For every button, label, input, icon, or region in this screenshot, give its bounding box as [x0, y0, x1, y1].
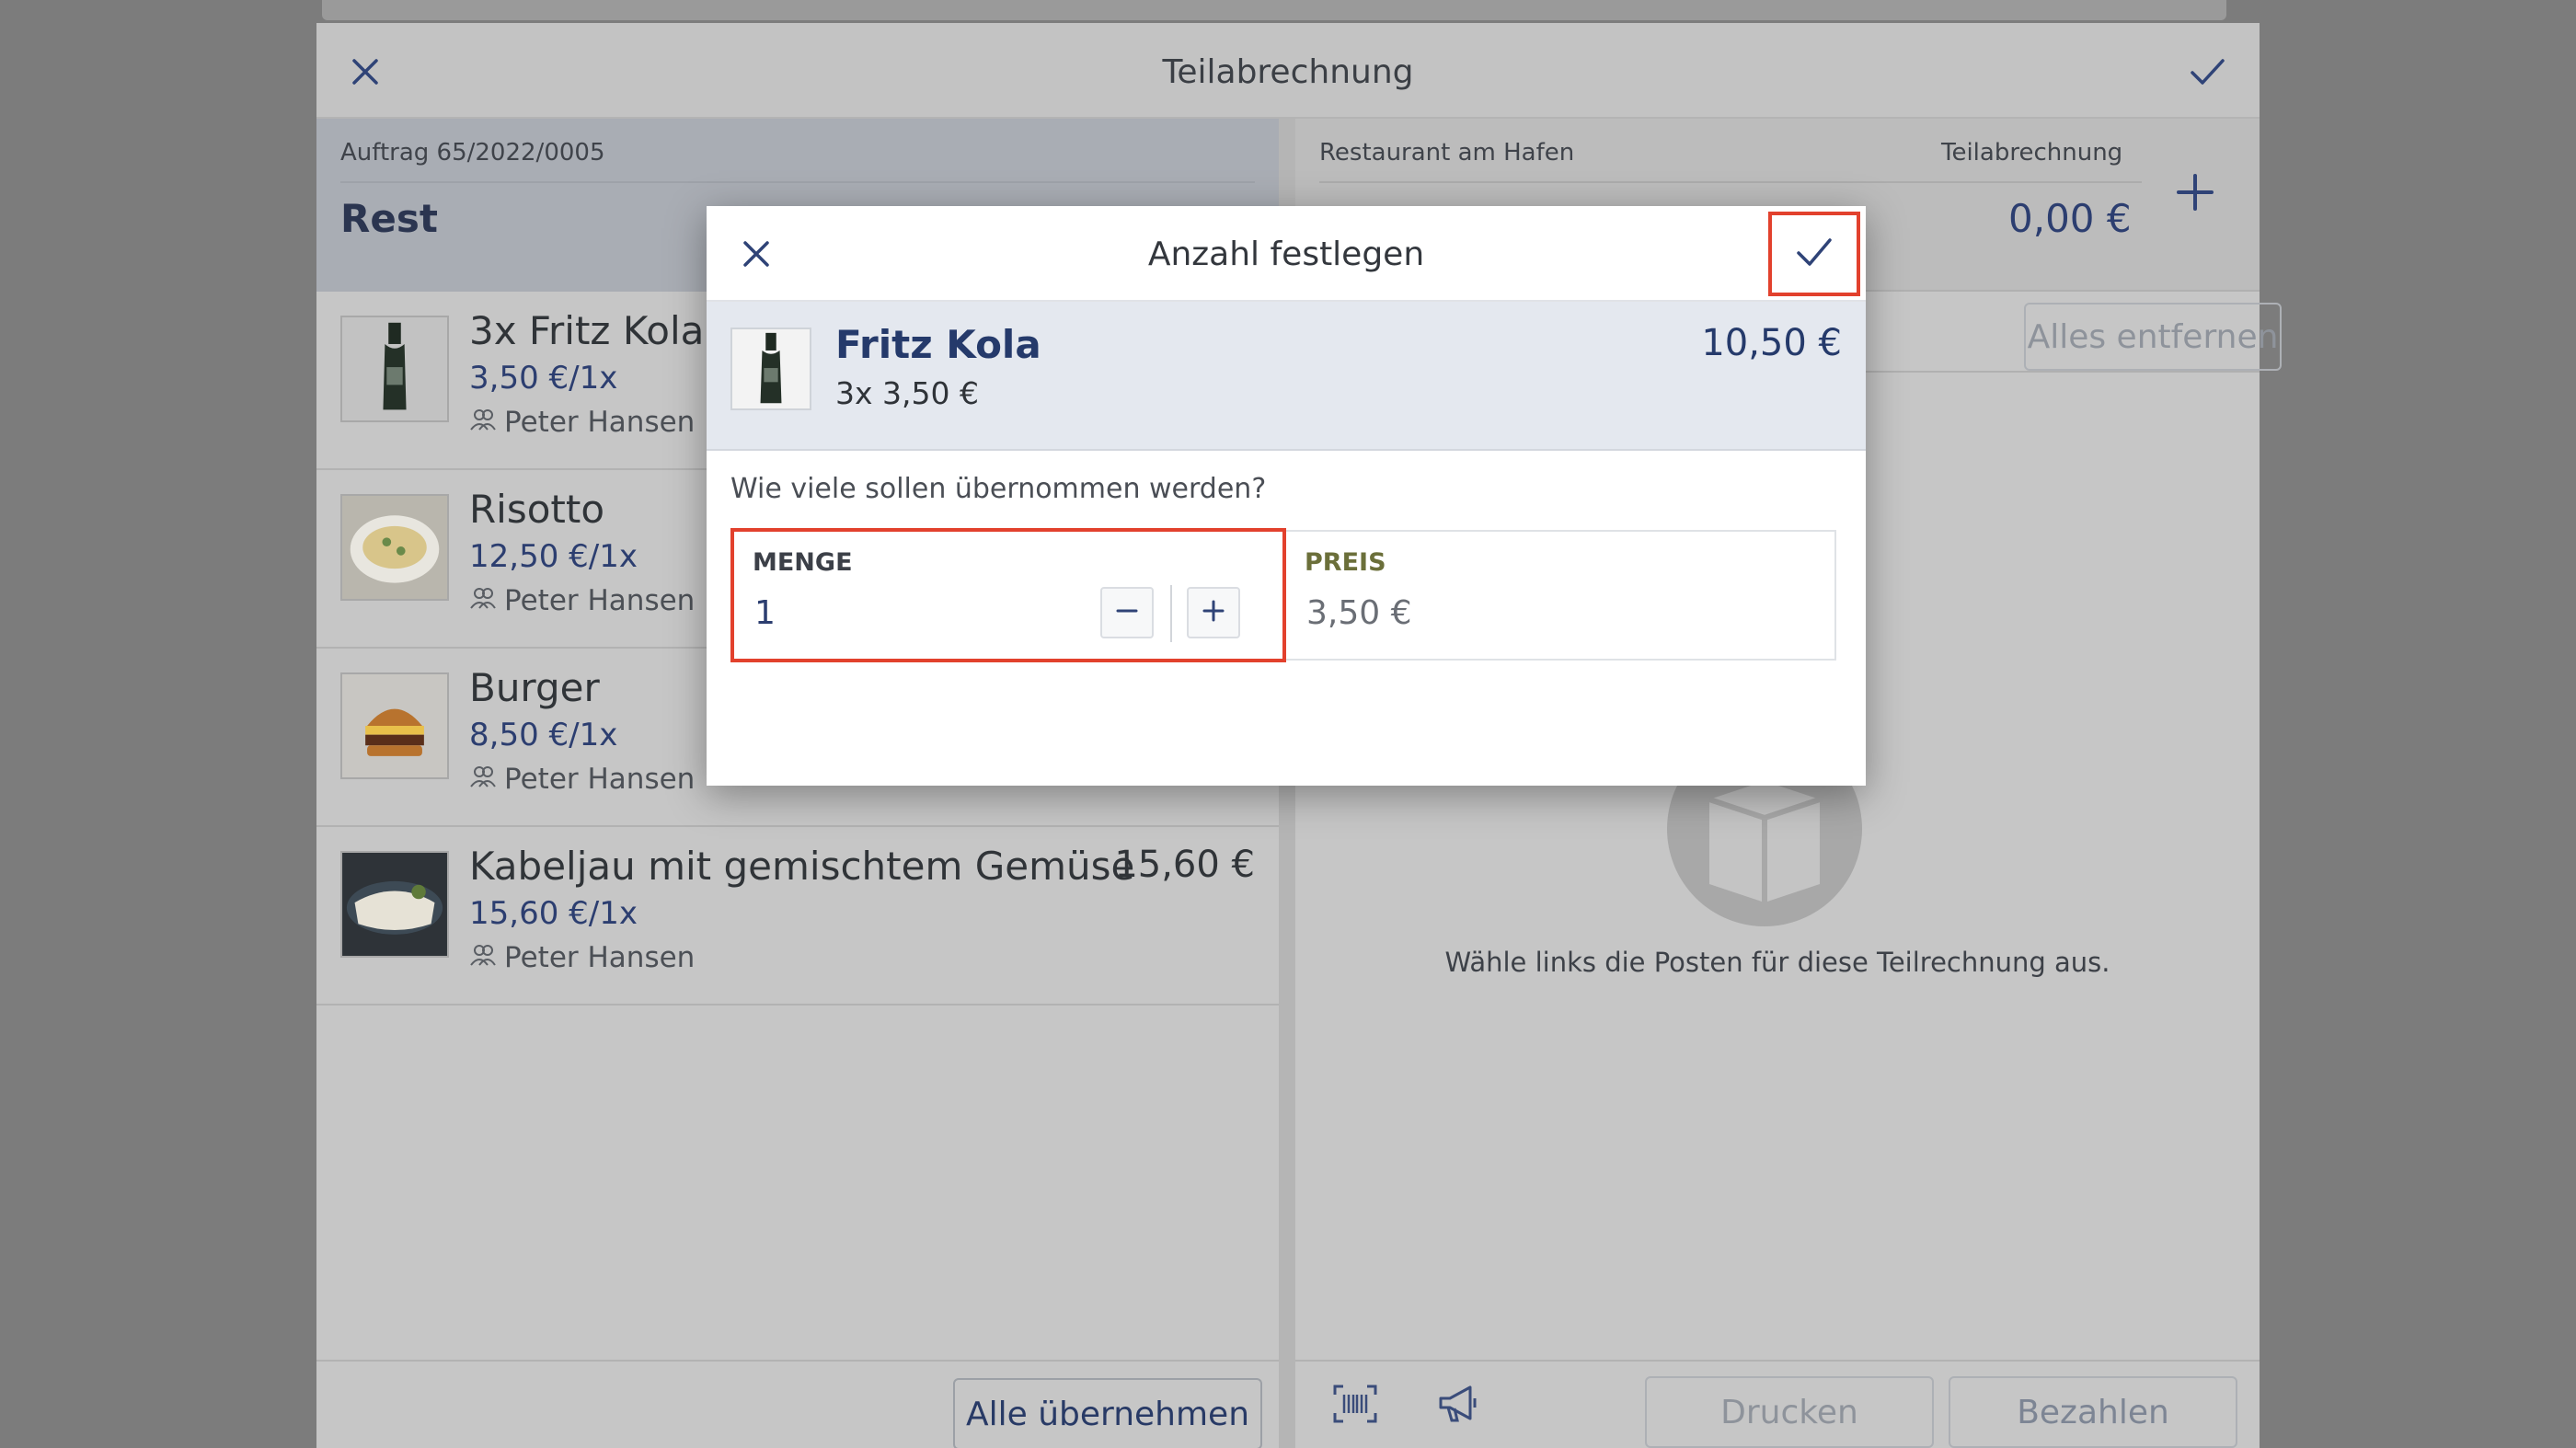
item-person: Peter Hansen [469, 763, 695, 796]
people-icon [469, 941, 497, 974]
checkmark-icon[interactable] [2188, 52, 2226, 91]
item-name: Burger [469, 665, 600, 710]
item-person-name: Peter Hansen [504, 941, 696, 974]
dialog-title: Anzahl festlegen [1147, 236, 1425, 273]
quantity-value[interactable]: 1 [754, 594, 776, 632]
field-row: MENGE 1 PREIS 3,50 € [730, 528, 1836, 662]
item-person-name: Peter Hansen [504, 406, 696, 439]
item-unit-price: 15,60 €/1x [469, 895, 638, 932]
product-total: 10,50 € [1701, 322, 1842, 364]
barcode-icon[interactable] [1332, 1384, 1378, 1424]
checkmark-icon [1793, 231, 1835, 277]
list-item[interactable]: Kabeljau mit gemischtem Gemüse 15,60 €/1… [316, 827, 1279, 1006]
item-unit-price: 8,50 €/1x [469, 717, 618, 753]
minus-icon [1114, 598, 1140, 627]
window-header: Teilabrechnung [316, 23, 2260, 119]
decrement-button[interactable] [1100, 587, 1154, 638]
restaurant-name: Restaurant am Hafen [1319, 139, 1575, 167]
item-person: Peter Hansen [469, 584, 695, 617]
megaphone-icon[interactable] [1435, 1384, 1481, 1424]
product-image [730, 328, 811, 410]
product-image [340, 494, 449, 601]
quantity-question: Wie viele sollen übernommen werden? [730, 473, 1267, 505]
item-person: Peter Hansen [469, 406, 695, 439]
people-icon [469, 763, 497, 796]
product-summary: Fritz Kola 3x 3,50 € 10,50 € [707, 302, 1866, 451]
confirm-button[interactable] [1768, 212, 1860, 296]
product-quantity-line: 3x 3,50 € [835, 375, 979, 411]
background-window-edge [322, 0, 2226, 20]
print-button[interactable]: Drucken [1645, 1376, 1934, 1448]
item-name: 3x Fritz Kola [469, 308, 705, 353]
price-field[interactable]: PREIS 3,50 € [1286, 530, 1836, 661]
right-footer: Drucken Bezahlen [1295, 1360, 2260, 1448]
item-person-name: Peter Hansen [504, 763, 696, 796]
price-label: PREIS [1305, 548, 1386, 577]
bill-total: 0,00 € [2008, 196, 2132, 241]
increment-button[interactable] [1187, 587, 1240, 638]
left-footer: Alle übernehmen [316, 1360, 1279, 1448]
quantity-field[interactable]: MENGE 1 [730, 528, 1286, 662]
item-person-name: Peter Hansen [504, 584, 696, 617]
dialog-header: Anzahl festlegen [707, 206, 1866, 302]
item-total: 15,60 € [1114, 844, 1255, 886]
item-unit-price: 12,50 €/1x [469, 538, 638, 575]
product-name: Fritz Kola [835, 322, 1041, 367]
window-title: Teilabrechnung [1162, 53, 1414, 91]
quantity-dialog: Anzahl festlegen Fritz Kola 3x 3,50 € 10… [707, 206, 1866, 786]
bill-label: Teilabrechnung [1941, 139, 2123, 167]
pay-button[interactable]: Bezahlen [1949, 1376, 2237, 1448]
quantity-label: MENGE [753, 548, 853, 577]
product-image [340, 851, 449, 958]
product-image [340, 316, 449, 422]
item-name: Risotto [469, 487, 605, 532]
empty-state-message: Wähle links die Posten für diese Teilrec… [1444, 947, 2110, 978]
order-number: Auftrag 65/2022/0005 [340, 139, 605, 167]
item-unit-price: 3,50 €/1x [469, 360, 618, 396]
price-value[interactable]: 3,50 € [1306, 594, 1412, 632]
take-all-button[interactable]: Alle übernehmen [953, 1378, 1262, 1448]
plus-icon [1201, 598, 1226, 627]
people-icon [469, 406, 497, 439]
item-name: Kabeljau mit gemischtem Gemüse [469, 844, 1135, 889]
section-label-rest: Rest [340, 196, 438, 241]
plus-icon[interactable] [2173, 170, 2217, 214]
remove-all-button[interactable]: Alles entfernen [2024, 303, 2282, 371]
box-icon [1667, 731, 1862, 928]
item-person: Peter Hansen [469, 941, 695, 974]
product-image [340, 672, 449, 779]
people-icon [469, 584, 497, 617]
